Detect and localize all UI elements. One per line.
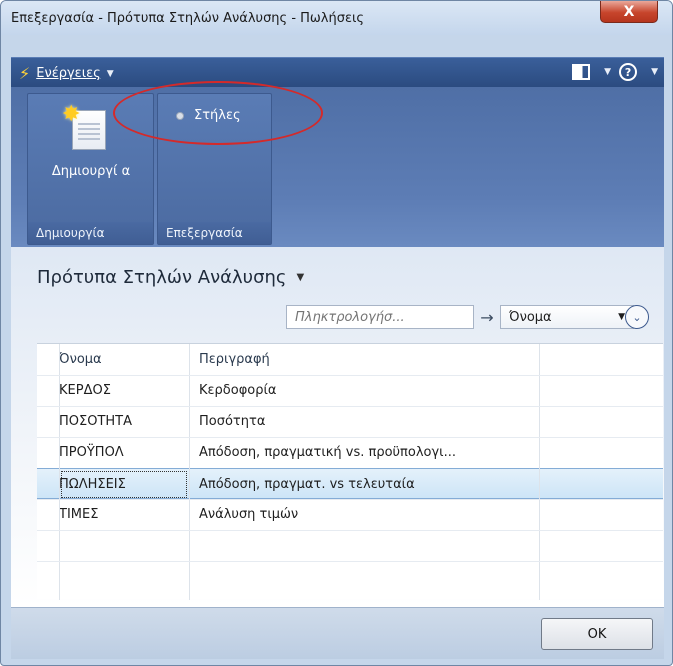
chevron-down-icon[interactable]: ▼	[604, 67, 611, 77]
grid-divider	[37, 406, 663, 407]
table-row[interactable]: ΠΡΟΫΠΟΛ Απόδοση, πραγματική vs. προϋπολο…	[37, 437, 663, 468]
column-header-description[interactable]: Περιγραφή	[189, 344, 539, 375]
expand-icon[interactable]: ⌄	[625, 305, 649, 329]
dialog-footer: OK	[11, 607, 664, 659]
window-title: Επεξεργασία - Πρότυπα Στηλών Ανάλυσης - …	[11, 11, 365, 26]
search-input[interactable]	[286, 305, 474, 329]
page-title[interactable]: Πρότυπα Στηλών Ανάλυσης ▼	[37, 267, 304, 288]
sparkle-icon: ✸	[62, 102, 81, 127]
actions-right: ▼ ? ▼	[572, 63, 658, 81]
lightning-bolt-icon: ⚡	[19, 64, 31, 83]
grid-divider	[37, 499, 663, 500]
grid-divider	[37, 561, 663, 562]
cell-description: Ποσότητα	[199, 414, 266, 429]
cell-name: ΚΕΡΔΟΣ	[59, 383, 111, 398]
chevron-down-icon: ▼	[618, 312, 625, 322]
data-grid: Όνομα Περιγραφή ΚΕΡΔΟΣ Κερδοφορία ΠΟΣΟΤΗ…	[37, 343, 663, 600]
cell-name: ΠΡΟΫΠΟΛ	[59, 445, 124, 460]
actions-bar: ⚡ Ενέργειες ▼ ▼ ? ▼	[11, 57, 664, 87]
cell-description: Απόδοση, πραγματική vs. προϋπολογι...	[199, 445, 456, 460]
chevron-down-icon: ▼	[106, 68, 114, 79]
cell-name: ΤΙΜΕΣ	[59, 507, 99, 522]
actions-menu-label: Ενέργειες	[36, 66, 101, 81]
help-icon[interactable]: ?	[619, 63, 638, 81]
ribbon-group-label: Δημιουργία	[28, 222, 153, 244]
cell-name: ΠΟΣΟΤΗΤΑ	[59, 414, 133, 429]
cell-name: ΠΩΛΗΣΕΙΣ	[59, 469, 189, 500]
grid-divider	[37, 437, 663, 438]
ribbon-group-label: Επεξεργασία	[158, 222, 271, 244]
actions-menu[interactable]: ⚡ Ενέργειες ▼	[19, 64, 114, 83]
ribbon: ✸ Δημιουργί α Δημιουργία Στήλες Επεξεργα…	[11, 87, 664, 247]
chevron-down-icon[interactable]: ▼	[651, 67, 658, 77]
filter-field-value: Όνομα	[509, 309, 552, 325]
close-button[interactable]: X	[600, 1, 658, 23]
filter-field-select[interactable]: Όνομα ▼	[500, 305, 634, 329]
arrow-right-icon[interactable]: →	[474, 308, 500, 327]
filter-row: → Όνομα ▼	[286, 305, 634, 329]
table-row[interactable]: ΠΟΣΟΤΗΤΑ Ποσότητα	[37, 406, 663, 437]
cell-description: Ανάλυση τιμών	[199, 507, 299, 522]
table-row[interactable]: ΤΙΜΕΣ Ανάλυση τιμών	[37, 499, 663, 530]
table-row-selected[interactable]: ΠΩΛΗΣΕΙΣ Απόδοση, πραγματ. vs τελευταία	[37, 468, 663, 499]
grid-divider	[37, 375, 663, 376]
chevron-down-icon: ▼	[296, 272, 305, 283]
table-row[interactable]: ΚΕΡΔΟΣ Κερδοφορία	[37, 375, 663, 406]
new-button-label: Δημιουργί α	[51, 164, 131, 179]
column-header-name[interactable]: Όνομα	[59, 344, 189, 375]
grid-divider	[37, 530, 663, 531]
dialog-window: Επεξεργασία - Πρότυπα Στηλών Ανάλυσης - …	[0, 0, 673, 666]
annotation-ring	[113, 81, 323, 145]
cell-description: Κερδοφορία	[199, 383, 277, 398]
title-bar: Επεξεργασία - Πρότυπα Στηλών Ανάλυσης - …	[1, 1, 672, 35]
ok-button[interactable]: OK	[541, 618, 653, 650]
grid-header: Όνομα Περιγραφή	[37, 344, 663, 375]
table-row-empty[interactable]	[37, 530, 663, 561]
page-title-text: Πρότυπα Στηλών Ανάλυσης	[37, 267, 287, 288]
cell-description: Απόδοση, πραγματ. vs τελευταία	[199, 477, 415, 492]
layout-icon[interactable]	[572, 64, 591, 80]
content-area: Πρότυπα Στηλών Ανάλυσης ▼ → Όνομα ▼ ⌄ Όν…	[11, 247, 664, 607]
